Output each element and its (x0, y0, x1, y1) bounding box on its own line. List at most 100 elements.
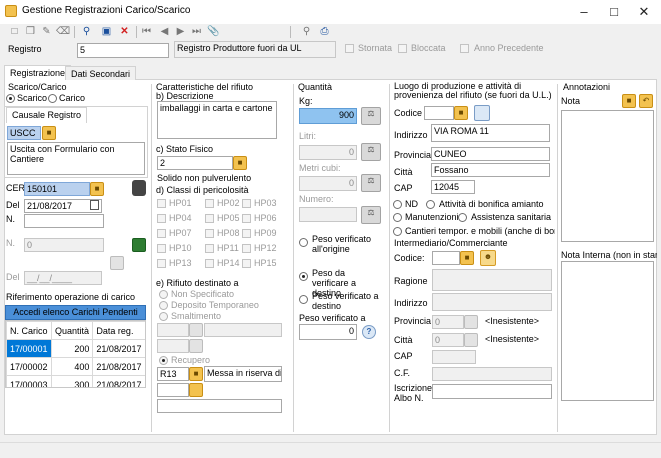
grid-cell[interactable]: 21/08/2017 (92, 375, 145, 387)
smaltimento-radio[interactable] (159, 312, 168, 321)
new-icon[interactable]: □ (8, 25, 21, 38)
grid-cell[interactable]: 17/00002 (6, 357, 52, 376)
grid-cell[interactable]: 400 (50, 357, 94, 376)
minimize-button[interactable]: – (569, 0, 599, 24)
litri-scale-icon[interactable]: ⚖ (361, 143, 381, 161)
intermediario-codice-field[interactable] (432, 251, 460, 265)
intermediario-cap-field[interactable] (432, 350, 476, 364)
kg-scale-icon[interactable]: ⚖ (361, 107, 381, 125)
hp-checkbox[interactable] (205, 244, 214, 253)
nota-interna-textarea[interactable] (561, 261, 654, 401)
print-icon[interactable]: ⎙ (318, 25, 331, 38)
attach-icon[interactable]: 📎 (207, 25, 220, 38)
help-icon[interactable]: ? (362, 325, 376, 339)
numero-field[interactable] (299, 207, 357, 222)
smaltimento-field[interactable] (157, 323, 189, 337)
table-row[interactable]: 17/00002 400 21/08/2017 (6, 357, 145, 376)
ragione-field[interactable] (432, 269, 552, 291)
smaltimento-lookup-button[interactable] (189, 323, 203, 337)
grid-cell[interactable]: 21/08/2017 (92, 357, 145, 376)
non-specificato-radio[interactable] (159, 290, 168, 299)
intermediario-citta-field[interactable]: 0 (432, 333, 464, 347)
grid-header[interactable]: Data reg. (92, 321, 145, 340)
stornata-checkbox[interactable] (345, 44, 354, 53)
stato-fisico-lookup-button[interactable]: ■ (233, 156, 247, 170)
cer-lookup-button[interactable]: ■ (90, 182, 104, 196)
table-row[interactable]: 17/00003 300 21/08/2017 (6, 375, 145, 387)
search-icon[interactable]: ⚲ (80, 25, 93, 38)
calendar-icon[interactable] (90, 200, 99, 210)
anno-precedente-checkbox[interactable] (460, 44, 469, 53)
eraser-icon[interactable]: ⌫ (56, 25, 70, 38)
grid-cell[interactable]: 17/00003 (6, 375, 52, 387)
hp-checkbox[interactable] (242, 214, 251, 223)
nota-lookup-button[interactable]: ■ (622, 94, 636, 108)
stato-fisico-field[interactable]: 2 (157, 156, 233, 170)
next-record-icon[interactable]: ▶ (174, 25, 187, 38)
hp-checkbox[interactable] (157, 229, 166, 238)
peso-origine-radio[interactable] (299, 238, 308, 247)
luogo-citta-field[interactable]: Fossano (431, 163, 550, 177)
cer-field[interactable]: 150101 (24, 182, 90, 196)
recupero-code-field[interactable]: R13 (157, 367, 189, 381)
save-icon[interactable]: ▣ (100, 25, 113, 38)
copy-icon[interactable]: ❒ (24, 25, 37, 38)
hp-checkbox[interactable] (157, 244, 166, 253)
grid-cell[interactable]: 17/00001 (6, 339, 52, 358)
hp-checkbox[interactable] (157, 214, 166, 223)
previous-record-icon[interactable]: ◀ (158, 25, 171, 38)
hp-checkbox[interactable] (157, 199, 166, 208)
maximize-button[interactable]: □ (599, 0, 629, 24)
close-window-button[interactable]: ✕ (629, 0, 659, 24)
hp-checkbox[interactable] (205, 259, 214, 268)
grid-header[interactable]: Quantità (50, 321, 94, 340)
tab-causale-registro[interactable]: Causale Registro (6, 107, 88, 123)
deposito-radio[interactable] (159, 301, 168, 310)
recupero-lookup-button-2[interactable] (189, 383, 203, 397)
intermediario-people-icon[interactable]: ☻ (480, 250, 496, 266)
hp-checkbox[interactable] (242, 229, 251, 238)
litri-field[interactable]: 0 (299, 145, 357, 160)
peso-verificato-field[interactable]: 0 (299, 324, 357, 340)
carico-radio[interactable] (48, 94, 57, 103)
luogo-cap-field[interactable]: 12045 (431, 180, 475, 194)
smaltimento-field-2[interactable] (157, 339, 189, 353)
registro-field[interactable]: 5 (77, 43, 169, 58)
recupero-radio[interactable] (159, 356, 168, 365)
kg-field[interactable]: 900 (299, 108, 357, 124)
peso-verificato-destino-radio[interactable] (299, 295, 308, 304)
grid-cell[interactable]: 200 (50, 339, 94, 358)
grid-header[interactable]: N. Carico (6, 321, 52, 340)
n2-field[interactable]: 0 (24, 238, 104, 252)
image-icon[interactable] (132, 238, 146, 252)
nota-undo-icon[interactable]: ↶ (639, 94, 653, 108)
n2-lookup-button[interactable] (110, 256, 124, 270)
scarico-radio[interactable] (6, 94, 15, 103)
intermediario-provincia-field[interactable]: 0 (432, 315, 464, 329)
n-field[interactable] (24, 214, 104, 228)
intermediario-provincia-lookup[interactable] (464, 315, 478, 329)
preview-icon[interactable]: ⚲ (300, 25, 313, 38)
hp-checkbox[interactable] (242, 199, 251, 208)
causale-code-field[interactable]: USCC (7, 126, 41, 140)
tab-dati-secondari[interactable]: Dati Secondari (65, 66, 137, 81)
metri-scale-icon[interactable]: ⚖ (361, 174, 381, 192)
bloccata-checkbox[interactable] (398, 44, 407, 53)
hp-checkbox[interactable] (157, 259, 166, 268)
intermediario-lookup-button[interactable]: ■ (460, 251, 474, 265)
hp-checkbox[interactable] (205, 199, 214, 208)
table-row[interactable]: 17/00001 200 21/08/2017 (6, 339, 145, 358)
luogo-indirizzo-field[interactable]: VIA ROMA 11 (431, 124, 550, 142)
nd-radio[interactable] (393, 200, 402, 209)
delete-icon[interactable]: ✕ (118, 25, 131, 38)
cf-field[interactable] (432, 367, 552, 381)
hp-checkbox[interactable] (242, 259, 251, 268)
nota-textarea[interactable] (561, 110, 654, 242)
luogo-codice-lookup-button[interactable]: ■ (454, 106, 468, 120)
edit-icon[interactable]: ✎ (40, 25, 53, 38)
trash-icon[interactable] (132, 180, 146, 196)
iscrizione-field[interactable] (432, 384, 552, 399)
grid-cell[interactable]: 21/08/2017 (92, 339, 145, 358)
metri-field[interactable]: 0 (299, 176, 357, 191)
carichi-pendenti-button[interactable]: Accedi elenco Carichi Pendenti (5, 305, 146, 320)
